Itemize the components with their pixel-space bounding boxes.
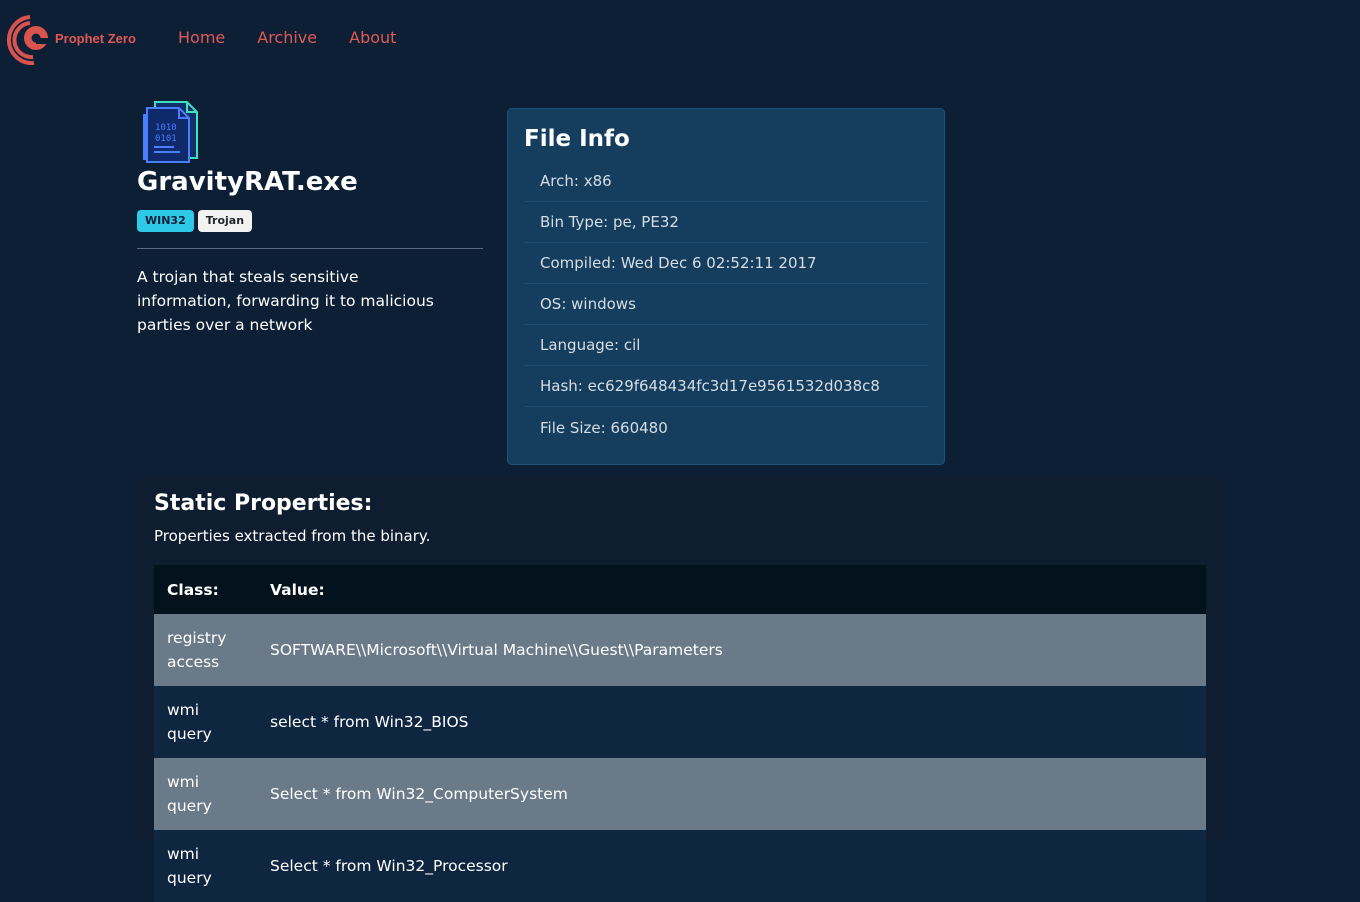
file-info-list: Arch: x86 Bin Type: pe, PE32 Compiled: W… — [524, 161, 928, 448]
info-item-hash: Hash: ec629f648434fc3d17e9561532d038c8 — [524, 366, 928, 407]
column-header-class: Class: — [154, 565, 257, 614]
brand-logo[interactable]: Prophet Zero — [6, 12, 146, 66]
static-properties-table: Class: Value: registry access SOFTWARE\\… — [154, 565, 1206, 902]
table-row: wmi query Select * from Win32_Processor — [154, 830, 1206, 902]
table-row: wmi query Select * from Win32_ComputerSy… — [154, 758, 1206, 830]
cell-value: select * from Win32_BIOS — [257, 686, 1206, 758]
nav-archive-link[interactable]: Archive — [257, 28, 317, 48]
info-item-file-size: File Size: 660480 — [540, 418, 668, 437]
svg-text:1010: 1010 — [155, 123, 177, 133]
main-nav: Home Archive About — [178, 28, 396, 48]
prophet-zero-logo-icon — [6, 15, 50, 65]
info-item-bin-type: Bin Type: pe, PE32 — [524, 202, 928, 243]
static-properties-title: Static Properties: — [154, 491, 373, 516]
nav-home-link[interactable]: Home — [178, 28, 225, 48]
column-header-value: Value: — [257, 565, 1206, 614]
file-description: A trojan that steals sensitive informati… — [137, 268, 434, 334]
site-header: Prophet Zero Home Archive About — [0, 0, 1360, 76]
file-name: GravityRAT.exe — [137, 167, 358, 197]
platform-badge: WIN32 — [137, 210, 194, 232]
badge-group: WIN32 Trojan — [137, 210, 483, 232]
cell-class: wmi query — [154, 830, 257, 902]
cell-value: Select * from Win32_Processor — [257, 830, 1206, 902]
info-item-os: OS: windows — [524, 284, 928, 325]
info-item-language: Language: cil — [524, 325, 928, 366]
nav-about-link[interactable]: About — [349, 28, 396, 48]
cell-value: Select * from Win32_ComputerSystem — [257, 758, 1206, 830]
static-properties-subtitle: Properties extracted from the binary. — [154, 527, 431, 545]
cell-class: wmi query — [154, 686, 257, 758]
info-item-arch: Arch: x86 — [524, 161, 928, 202]
cell-class: wmi query — [154, 758, 257, 830]
table-row: wmi query select * from Win32_BIOS — [154, 686, 1206, 758]
cell-class: registry access — [154, 614, 257, 686]
cell-value: SOFTWARE\\Microsoft\\Virtual Machine\\Gu… — [257, 614, 1206, 686]
file-info-card: File Info Arch: x86 Bin Type: pe, PE32 C… — [507, 108, 945, 465]
file-summary: 1010 0101 GravityRAT.exe WIN32 Trojan A … — [137, 100, 483, 353]
svg-text:0101: 0101 — [155, 134, 177, 144]
file-info-title: File Info — [524, 126, 630, 152]
table-row: registry access SOFTWARE\\Microsoft\\Vir… — [154, 614, 1206, 686]
binary-file-icon: 1010 0101 — [143, 101, 198, 163]
static-properties-section: Static Properties: Properties extracted … — [138, 478, 1222, 902]
table-header-row: Class: Value: — [154, 565, 1206, 614]
brand-name: Prophet Zero — [55, 30, 136, 46]
divider — [137, 248, 483, 249]
info-item-compiled: Compiled: Wed Dec 6 02:52:11 2017 — [524, 243, 928, 284]
type-badge: Trojan — [197, 210, 253, 232]
